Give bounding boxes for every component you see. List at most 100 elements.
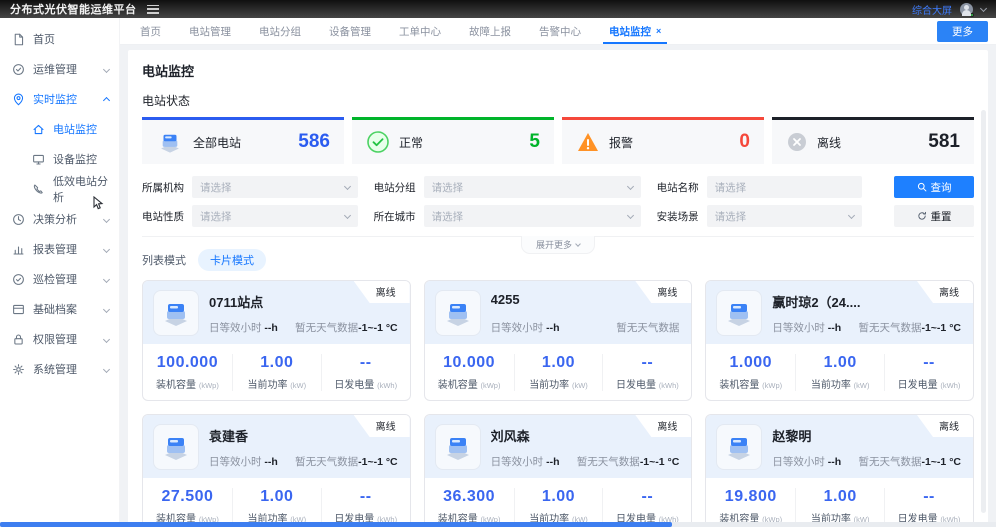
stat-energy: -- 日发电量 (kWh)	[884, 488, 973, 525]
temperature-value: -1~-1 °C	[921, 456, 961, 468]
sidebar-item-label: 系统管理	[33, 361, 77, 377]
station-card[interactable]: 离线 袁建香 日等效小时 --h 暂无天气数据-1~-1 °C	[142, 414, 411, 527]
tab-close-icon[interactable]: ×	[656, 26, 661, 36]
weather-text: 暂无天气数据-1~-1 °C	[295, 454, 398, 469]
capacity-value: 100.000	[143, 354, 232, 372]
status-card-normal[interactable]: 正常 5	[352, 117, 554, 164]
status-label: 正常	[399, 134, 423, 151]
equiv-hours-label: 日等效小时	[209, 322, 262, 334]
user-avatar[interactable]	[960, 3, 973, 16]
sidebar-item-station-monitor[interactable]: 电站监控	[0, 114, 119, 144]
tab-station-group[interactable]: 电站分组	[245, 18, 315, 44]
content-area: 电站监控 电站状态 全部电站 586	[120, 45, 996, 527]
check-circle-icon	[366, 130, 390, 154]
energy-label: 日发电量	[334, 380, 374, 391]
power-value: 1.00	[515, 354, 603, 372]
stat-capacity: 27.500 装机容量 (kWp)	[143, 488, 232, 525]
filter-label: 电站分组	[374, 180, 416, 195]
vertical-scrollbar[interactable]	[981, 110, 986, 513]
stat-capacity: 1.000 装机容量 (kWp)	[706, 354, 795, 391]
sidebar-item-inspection-mgmt[interactable]: 巡检管理	[0, 264, 119, 294]
query-button[interactable]: 查询	[894, 176, 974, 198]
horizontal-scrollbar-thumb[interactable]	[0, 522, 672, 527]
energy-label: 日发电量	[898, 380, 938, 391]
sidebar-item-basic-archive[interactable]: 基础档案	[0, 294, 119, 324]
stat-power: 1.00 当前功率 (kW)	[514, 488, 603, 525]
big-screen-link[interactable]: 综合大屏	[912, 2, 952, 17]
stat-capacity: 100.000 装机容量 (kWp)	[143, 354, 232, 391]
station-icon-box	[435, 290, 481, 336]
sidebar-item-report-mgmt[interactable]: 报表管理	[0, 234, 119, 264]
tab-device-mgmt[interactable]: 设备管理	[315, 18, 385, 44]
city-select[interactable]: 请选择	[424, 205, 641, 227]
organization-select[interactable]: 请选择	[192, 176, 358, 198]
power-unit: (kW)	[572, 381, 588, 390]
capacity-value: 19.800	[706, 488, 795, 506]
stat-energy: -- 日发电量 (kWh)	[321, 354, 410, 391]
tab-station-mgmt[interactable]: 电站管理	[175, 18, 245, 44]
station-card[interactable]: 离线 赢时琼2（24.... 日等效小时 --h 暂无天气数据-1~-1 °C	[705, 280, 974, 401]
tab-workorder-center[interactable]: 工单中心	[385, 18, 455, 44]
temperature-value: -1~-1 °C	[358, 456, 398, 468]
sidebar-item-home[interactable]: 首页	[0, 24, 119, 54]
tab-alarm-center[interactable]: 告警中心	[525, 18, 595, 44]
phone-icon	[32, 183, 45, 196]
sidebar-item-device-monitor[interactable]: 设备监控	[0, 144, 119, 174]
horizontal-scrollbar-track[interactable]	[0, 522, 996, 527]
weather-text: 暂无天气数据-1~-1 °C	[295, 320, 398, 335]
reset-button[interactable]: 重置	[894, 205, 974, 227]
station-card[interactable]: 离线 赵黎明 日等效小时 --h 暂无天气数据-1~-1 °C	[705, 414, 974, 527]
equiv-hours-value: --h	[828, 456, 841, 468]
station-card-grid: 离线 0711站点 日等效小时 --h 暂无天气数据-1~-1 °C	[142, 280, 974, 527]
station-group-select[interactable]: 请选择	[424, 176, 641, 198]
sidebar-item-decision-analysis[interactable]: 决策分析	[0, 204, 119, 234]
sidebar-item-label: 首页	[33, 31, 55, 47]
tab-home[interactable]: 首页	[126, 18, 175, 44]
energy-value: --	[322, 354, 410, 372]
sidebar-item-permission-mgmt[interactable]: 权限管理	[0, 324, 119, 354]
stat-power: 1.00 当前功率 (kW)	[795, 488, 884, 525]
status-value: 5	[529, 131, 540, 153]
chevron-down-icon	[103, 365, 110, 372]
select-placeholder: 请选择	[715, 209, 747, 224]
station-card[interactable]: 离线 刘风森 日等效小时 --h 暂无天气数据-1~-1 °C	[424, 414, 693, 527]
capacity-unit: (kWp)	[199, 381, 219, 390]
list-mode-button[interactable]: 列表模式	[142, 252, 186, 268]
power-value: 1.00	[233, 488, 321, 506]
power-label: 当前功率	[529, 380, 569, 391]
status-card-offline[interactable]: 离线 581	[772, 117, 974, 164]
more-button[interactable]: 更多	[937, 21, 988, 42]
compass-icon	[12, 213, 25, 226]
station-card[interactable]: 离线 0711站点 日等效小时 --h 暂无天气数据-1~-1 °C	[142, 280, 411, 401]
stat-energy: -- 日发电量 (kWh)	[884, 354, 973, 391]
sidebar-item-system-mgmt[interactable]: 系统管理	[0, 354, 119, 384]
sidebar-item-low-efficiency-analysis[interactable]: 低效电站分析	[0, 174, 119, 204]
stat-energy: -- 日发电量 (kWh)	[602, 354, 691, 391]
capacity-unit: (kWp)	[480, 381, 500, 390]
install-scene-select[interactable]: 请选择	[707, 205, 862, 227]
station-nature-select[interactable]: 请选择	[192, 205, 358, 227]
station-icon	[159, 297, 193, 329]
sidebar-item-realtime-monitor[interactable]: 实时监控	[0, 84, 119, 114]
filter-field-station-name: 电站名称 请选择	[657, 176, 862, 198]
tab-fault-report[interactable]: 故障上报	[455, 18, 525, 44]
tab-station-monitor[interactable]: 电站监控 ×	[595, 18, 675, 44]
station-name-input[interactable]: 请选择	[707, 176, 862, 198]
input-placeholder: 请选择	[715, 180, 747, 195]
station-icon-box	[153, 424, 199, 470]
select-placeholder: 请选择	[200, 209, 232, 224]
select-placeholder: 请选择	[432, 209, 464, 224]
status-card-alarm[interactable]: 报警 0	[562, 117, 764, 164]
card-mode-button[interactable]: 卡片模式	[198, 249, 266, 271]
chevron-down-icon[interactable]	[980, 4, 987, 11]
capacity-label: 装机容量	[719, 380, 759, 391]
sidebar-item-ops-mgmt[interactable]: 运维管理	[0, 54, 119, 84]
stat-power: 1.00 当前功率 (kW)	[232, 354, 321, 391]
page-title: 电站监控	[142, 61, 974, 80]
sidebar-item-label: 设备监控	[53, 151, 97, 167]
energy-value: --	[885, 354, 973, 372]
status-card-all[interactable]: 全部电站 586	[142, 117, 344, 164]
hamburger-menu-icon[interactable]	[147, 5, 159, 14]
expand-more-button[interactable]: 展开更多	[521, 236, 595, 254]
station-card[interactable]: 离线 4255 日等效小时 --h 暂无天气数据	[424, 280, 693, 401]
